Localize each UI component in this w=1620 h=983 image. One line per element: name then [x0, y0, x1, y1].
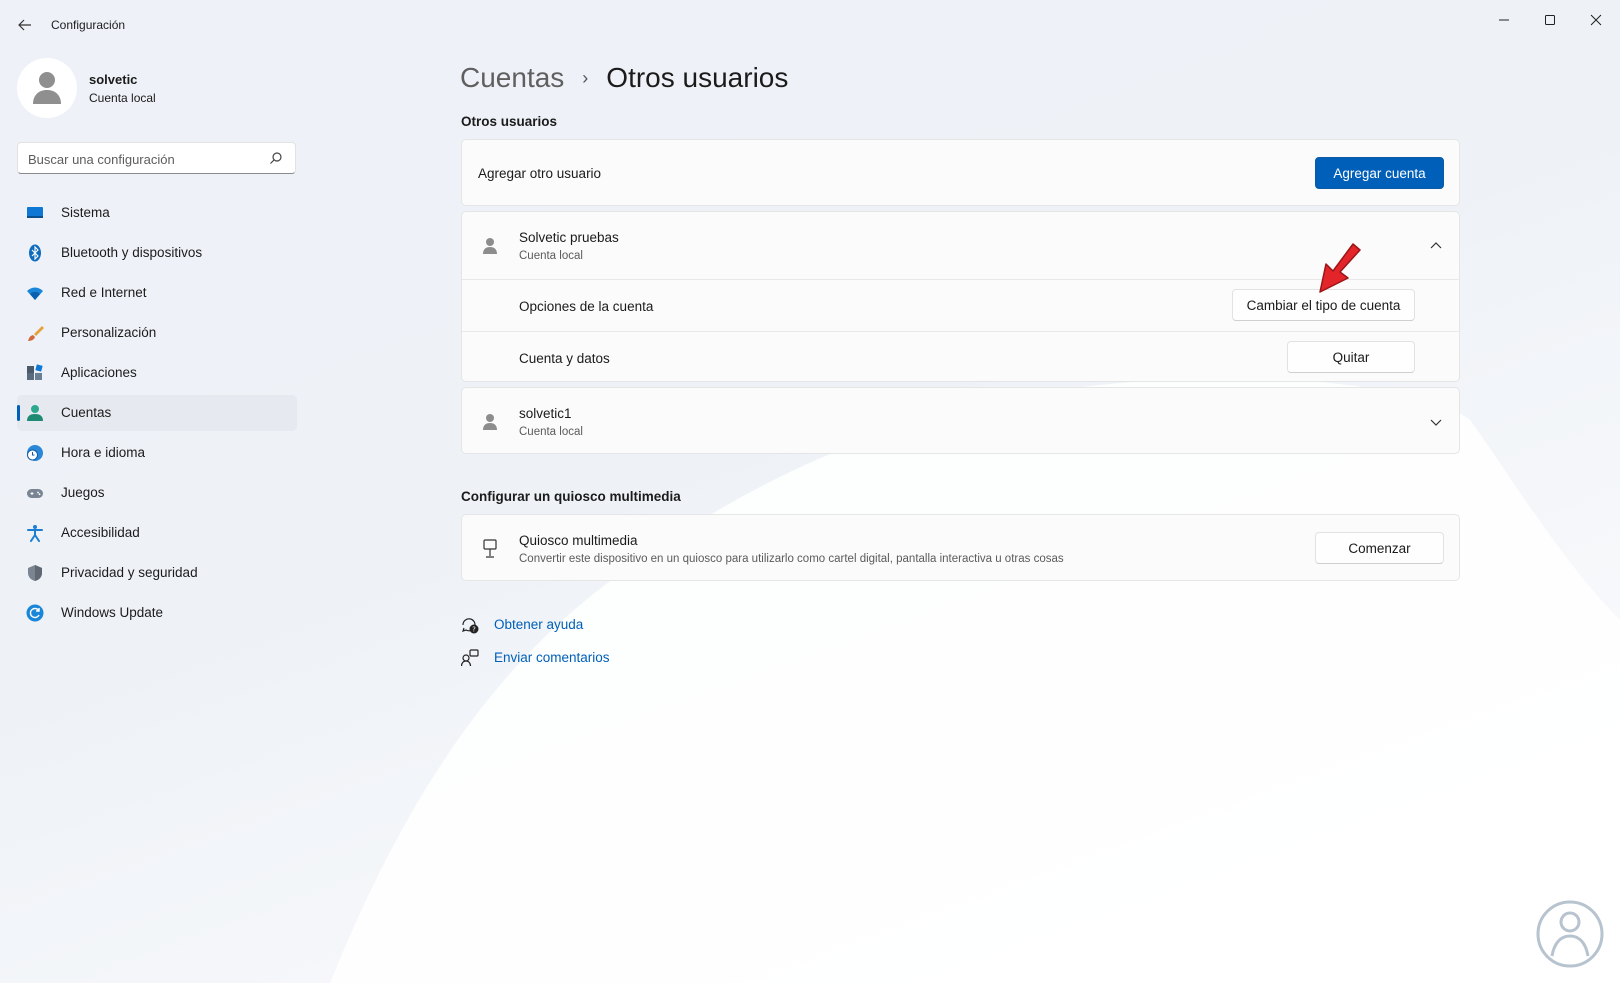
chevron-up-icon[interactable]	[1428, 238, 1444, 254]
profile-name: solvetic	[89, 72, 138, 87]
sidebar-item-bluetooth[interactable]: Bluetooth y dispositivos	[17, 235, 297, 271]
sidebar-item-label: Privacidad y seguridad	[61, 565, 198, 580]
title-bar: Configuración	[0, 0, 1620, 50]
sidebar-item-cuentas[interactable]: Cuentas	[17, 395, 297, 431]
accounts-icon	[27, 405, 43, 421]
person-icon	[33, 72, 61, 104]
sidebar-item-label: Hora e idioma	[61, 445, 146, 460]
bluetooth-icon	[29, 244, 41, 262]
feedback-icon	[461, 649, 479, 667]
sidebar-item-windows-update[interactable]: Windows Update	[17, 595, 297, 631]
sidebar-item-personalizacion[interactable]: Personalización	[17, 315, 297, 351]
sidebar-item-label: Windows Update	[61, 605, 164, 620]
sidebar-item-privacidad[interactable]: Privacidad y seguridad	[17, 555, 297, 591]
add-account-button[interactable]: Agregar cuenta	[1315, 157, 1444, 189]
maximize-icon	[1545, 15, 1555, 25]
sidebar-item-label: Sistema	[61, 205, 110, 220]
search-input[interactable]	[28, 149, 258, 169]
sidebar-item-label: Red e Internet	[61, 285, 147, 300]
svg-text:?: ?	[472, 626, 476, 634]
windows-update-icon	[26, 604, 44, 622]
watermark-logo	[1536, 900, 1604, 968]
help-icon: ?	[462, 618, 479, 634]
user-account-type: Cuenta local	[519, 426, 583, 438]
section-title-other-users: Otros usuarios	[461, 114, 558, 129]
user-name: solvetic1	[519, 406, 572, 421]
search-icon[interactable]	[269, 151, 283, 165]
section-title-kiosk: Configurar un quiosco multimedia	[461, 489, 681, 504]
sidebar-item-red[interactable]: Red e Internet	[17, 275, 297, 311]
minimize-icon	[1499, 19, 1509, 21]
close-icon	[1590, 14, 1602, 26]
kiosk-title: Quiosco multimedia	[519, 533, 638, 548]
account-data-label: Cuenta y datos	[519, 351, 610, 366]
search-box[interactable]	[17, 142, 296, 174]
breadcrumb-separator: ›	[582, 67, 589, 88]
sidebar-item-juegos[interactable]: Juegos	[17, 475, 297, 511]
account-options-label: Opciones de la cuenta	[519, 299, 654, 314]
kiosk-icon	[483, 539, 497, 558]
clock-globe-icon	[27, 445, 43, 461]
start-kiosk-button[interactable]: Comenzar	[1315, 532, 1444, 564]
shield-icon	[28, 565, 42, 581]
annotation-arrow	[1319, 243, 1361, 293]
maximize-button[interactable]	[1530, 6, 1570, 34]
user-card-collapsed[interactable]: solvetic1 Cuenta local	[461, 387, 1460, 454]
minimize-button[interactable]	[1484, 6, 1524, 34]
person-icon	[483, 238, 497, 254]
person-icon	[483, 414, 497, 430]
sidebar-item-label: Accesibilidad	[61, 525, 140, 540]
arrow-left-icon	[18, 19, 31, 31]
divider	[462, 331, 1459, 332]
sidebar-item-hora[interactable]: Hora e idioma	[17, 435, 297, 471]
wifi-icon	[27, 287, 43, 300]
page-title: Otros usuarios	[606, 62, 789, 93]
close-button[interactable]	[1576, 6, 1616, 34]
avatar	[17, 58, 77, 118]
gamepad-icon	[27, 489, 43, 498]
get-help-label[interactable]: Obtener ayuda	[494, 617, 583, 632]
back-button[interactable]	[12, 12, 38, 38]
kiosk-card: Quiosco multimedia Convertir este dispos…	[461, 514, 1460, 581]
remove-button[interactable]: Quitar	[1287, 341, 1415, 373]
app-title: Configuración	[51, 18, 126, 32]
breadcrumb: Cuentas › Otros usuarios	[460, 58, 788, 98]
sidebar-item-label: Aplicaciones	[61, 365, 137, 380]
paintbrush-icon	[28, 326, 44, 341]
add-user-card: Agregar otro usuario Agregar cuenta	[461, 139, 1460, 206]
sidebar-item-label: Personalización	[61, 325, 157, 340]
breadcrumb-parent[interactable]: Cuentas	[460, 62, 564, 94]
apps-icon	[27, 364, 43, 380]
accessibility-icon	[27, 525, 43, 542]
sidebar-item-sistema[interactable]: Sistema	[17, 195, 297, 231]
sidebar-item-label: Juegos	[61, 485, 105, 500]
sidebar-item-label: Cuentas	[61, 405, 112, 420]
user-account-type: Cuenta local	[519, 250, 583, 262]
user-profile[interactable]: solvetic Cuenta local	[17, 58, 297, 120]
system-monitor-icon	[27, 207, 43, 218]
kiosk-description: Convertir este dispositivo en un quiosco…	[519, 553, 1064, 565]
sidebar-item-aplicaciones[interactable]: Aplicaciones	[17, 355, 297, 391]
add-user-label: Agregar otro usuario	[478, 166, 602, 181]
sidebar-nav: Sistema Bluetooth y dispositivos Red e I…	[17, 195, 297, 635]
profile-account-type: Cuenta local	[89, 91, 156, 105]
user-name: Solvetic pruebas	[519, 230, 619, 245]
sidebar-item-label: Bluetooth y dispositivos	[61, 245, 203, 260]
sidebar-item-accesibilidad[interactable]: Accesibilidad	[17, 515, 297, 551]
chevron-down-icon[interactable]	[1428, 414, 1444, 430]
send-feedback-label[interactable]: Enviar comentarios	[494, 650, 610, 665]
